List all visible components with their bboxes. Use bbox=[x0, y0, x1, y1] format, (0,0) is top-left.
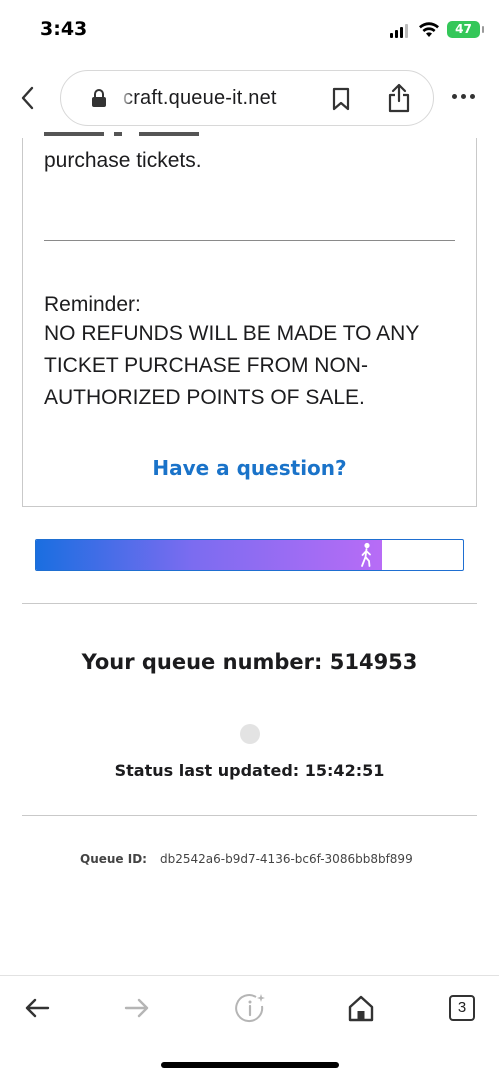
status-updated-text: Status last updated: 15:42:51 bbox=[114, 761, 385, 780]
lock-icon bbox=[92, 89, 106, 107]
cellular-signal-icon bbox=[390, 24, 408, 38]
status-time: 3:43 bbox=[40, 18, 88, 40]
url-fade bbox=[119, 85, 133, 113]
back-chevron-icon[interactable] bbox=[16, 84, 40, 112]
paragraph-end-text: purchase tickets. bbox=[44, 149, 202, 172]
queue-id-value: db2542a6-b9d7-4136-bc6f-3086bb8bf899 bbox=[160, 852, 413, 866]
url-field[interactable]: craft.queue-it.net bbox=[60, 70, 434, 126]
battery-indicator: 47 bbox=[447, 21, 484, 38]
reminder-label: Reminder: bbox=[44, 293, 141, 316]
browser-address-bar: craft.queue-it.net bbox=[0, 66, 499, 130]
refund-notice-text: NO REFUNDS WILL BE MADE TO ANY TICKET PU… bbox=[44, 322, 419, 409]
forward-icon[interactable] bbox=[120, 992, 152, 1024]
home-icon[interactable] bbox=[345, 992, 377, 1024]
bookmark-icon[interactable] bbox=[331, 87, 351, 111]
queue-progress-fill bbox=[36, 540, 382, 570]
section-divider bbox=[22, 815, 477, 816]
tabs-icon[interactable]: 3 bbox=[449, 995, 475, 1021]
section-divider bbox=[22, 603, 477, 604]
battery-level: 47 bbox=[455, 22, 472, 36]
share-icon[interactable] bbox=[387, 83, 411, 113]
info-sparkle-icon[interactable] bbox=[234, 992, 266, 1024]
queue-number-text: Your queue number: 514953 bbox=[81, 650, 418, 674]
queue-progress-bar bbox=[35, 539, 464, 571]
queue-id-label: Queue ID: bbox=[80, 852, 147, 866]
loading-indicator bbox=[240, 724, 260, 744]
back-icon[interactable] bbox=[22, 992, 54, 1024]
home-indicator bbox=[161, 1062, 339, 1068]
url-text: craft.queue-it.net bbox=[123, 87, 277, 109]
card-divider bbox=[44, 240, 455, 241]
have-a-question-link[interactable]: Have a question? bbox=[0, 456, 499, 480]
wifi-icon bbox=[419, 22, 439, 37]
walker-icon bbox=[361, 542, 371, 567]
clipped-text-line bbox=[44, 132, 244, 142]
more-icon[interactable] bbox=[452, 94, 475, 99]
status-bar: 3:43 47 bbox=[0, 0, 499, 60]
